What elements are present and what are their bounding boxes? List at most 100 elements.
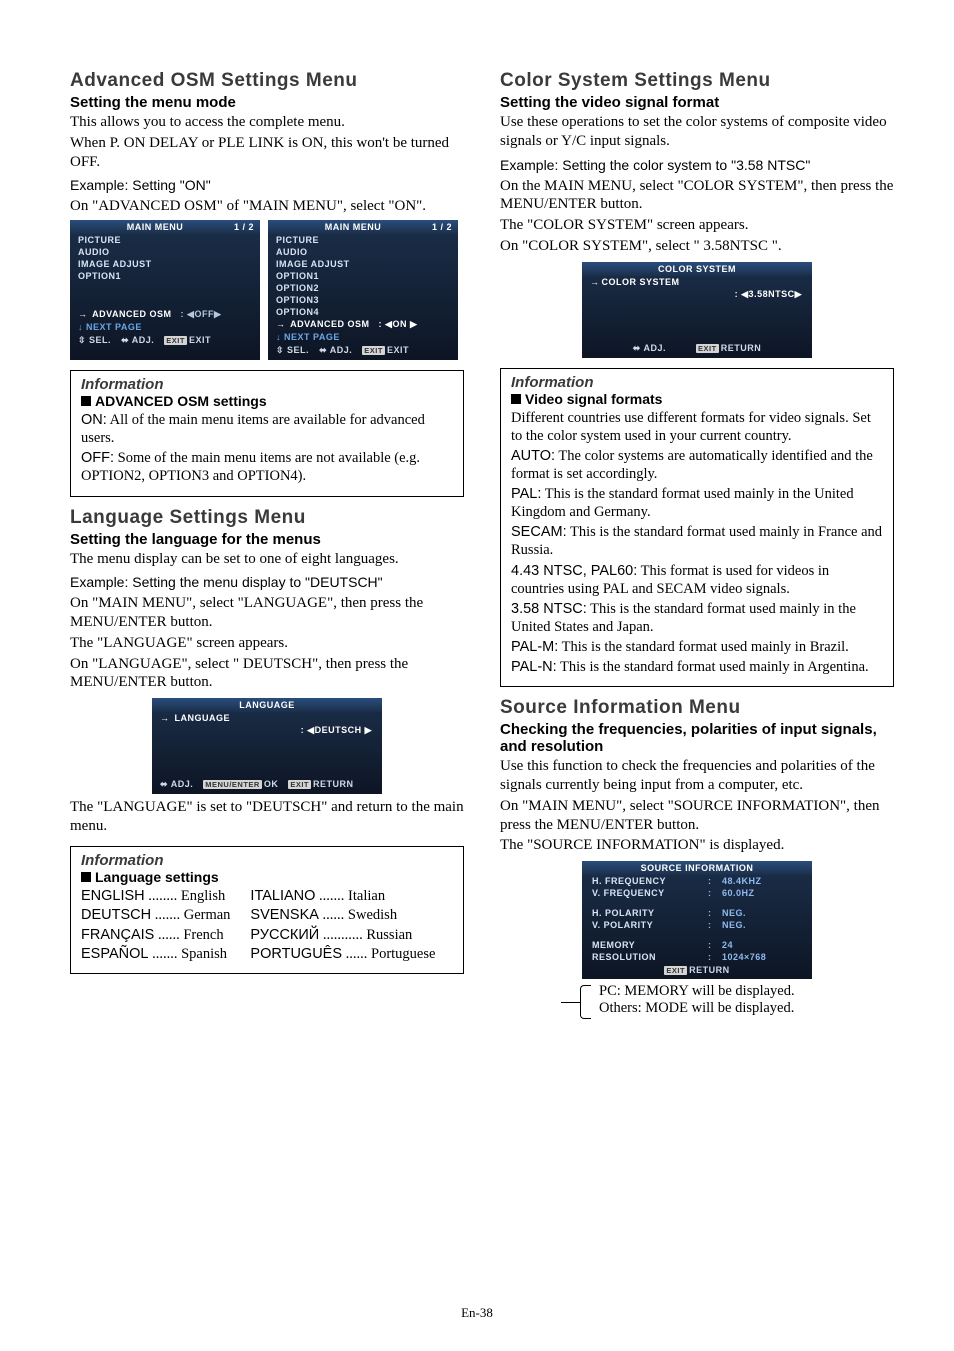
osd-item: OPTION4 <box>268 306 458 318</box>
lang-entry: PORTUGUÊS ...... Portuguese <box>250 945 435 965</box>
osd-advanced-row: ADVANCED OSM : ◀OFF▶ <box>70 308 260 321</box>
lang-p4: On "LANGUAGE", select " DEUTSCH", then p… <box>70 655 464 693</box>
lang-entry: FRANÇAIS ...... French <box>81 926 230 946</box>
source-p2: On "MAIN MENU", select "SOURCE INFORMATI… <box>500 797 894 835</box>
lang-example: Example: Setting the menu display to "DE… <box>70 574 464 590</box>
osd-source-row: RESOLUTION:1024×768 <box>582 951 812 963</box>
osd-hint-adj: ⬌ ADJ. <box>160 779 193 790</box>
lang-p3: The "LANGUAGE" screen appears. <box>70 634 464 653</box>
osd-hint-exit: EXITEXIT <box>362 345 409 356</box>
lang-entry: ESPAÑOL ....... Spanish <box>81 945 230 965</box>
adv-osm-p3: On "ADVANCED OSM" of "MAIN MENU", select… <box>70 197 464 216</box>
source-title: Source Information Menu <box>500 697 894 719</box>
lang-entry: DEUTSCH ....... German <box>81 906 230 926</box>
source-p1: Use this function to check the frequenci… <box>500 757 894 795</box>
lang-entry: ENGLISH ........ English <box>81 887 230 907</box>
color-subtitle: Setting the video signal format <box>500 94 894 111</box>
osd-hint-sel: ⇳ SEL. <box>276 345 309 356</box>
info-box-advanced-osm: Information ADVANCED OSM settings ON: Al… <box>70 370 464 497</box>
osd-title: LANGUAGE <box>158 700 376 710</box>
info-p0: Different countries use different format… <box>511 409 883 445</box>
osd-adv-label: ADVANCED OSM <box>290 319 369 329</box>
osd-adv-value: : ◀OFF▶ <box>181 309 222 319</box>
osd-source-row: V. POLARITY:NEG. <box>582 919 812 931</box>
osd-page: 1 / 2 <box>234 222 254 232</box>
osd-source-info: SOURCE INFORMATION H. FREQUENCY:48.4KHZ … <box>582 861 812 979</box>
lang-p2: On "MAIN MENU", select "LANGUAGE", then … <box>70 594 464 632</box>
osd-adv-value: : ◀ON ▶ <box>379 319 418 329</box>
osd-source-row: H. FREQUENCY:48.4KHZ <box>582 875 812 887</box>
info-item: SECAM: This is the standard format used … <box>511 523 883 559</box>
lang-entry: ITALIANO ....... Italian <box>250 887 435 907</box>
info-subtitle: ADVANCED OSM settings <box>81 393 453 409</box>
osd-title: SOURCE INFORMATION <box>588 863 806 873</box>
color-title: Color System Settings Menu <box>500 70 894 92</box>
osd-title: COLOR SYSTEM <box>588 264 806 274</box>
adv-osm-p1: This allows you to access the complete m… <box>70 113 464 132</box>
info-item: PAL-N: This is the standard format used … <box>511 658 883 676</box>
info-box-languages: Information Language settings ENGLISH ..… <box>70 846 464 974</box>
osd-mainmenu-on: MAIN MENU 1 / 2 PICTURE AUDIO IMAGE ADJU… <box>268 220 458 360</box>
osd-item: IMAGE ADJUST <box>70 258 260 270</box>
osd-hint-exit: EXITEXIT <box>164 335 211 346</box>
lang-title: Language Settings Menu <box>70 507 464 529</box>
osd-item: IMAGE ADJUST <box>268 258 458 270</box>
osd-item: AUDIO <box>268 246 458 258</box>
info-subtitle: Language settings <box>81 869 453 885</box>
adv-osm-title: Advanced OSM Settings Menu <box>70 70 464 92</box>
adv-osm-example: Example: Setting "ON" <box>70 177 464 193</box>
adv-osm-p2: When P. ON DELAY or PLE LINK is ON, this… <box>70 134 464 172</box>
color-example: Example: Setting the color system to "3.… <box>500 157 894 173</box>
osd-item: PICTURE <box>70 234 260 246</box>
osd-hint-return: EXITRETURN <box>696 343 761 354</box>
osd-item: OPTION1 <box>268 270 458 282</box>
osd-hint-adj: ⬌ ADJ. <box>319 345 352 356</box>
osd-source-row: MEMORY:24 <box>582 939 812 951</box>
osd-language: LANGUAGE LANGUAGE : ◀DEUTSCH ▶ ⬌ ADJ. ME… <box>152 698 382 794</box>
osd-nextpage: ↓ NEXT PAGE <box>70 321 260 333</box>
osd-item: AUDIO <box>70 246 260 258</box>
osd-hint-adj: ⬌ ADJ. <box>633 343 666 354</box>
lang-entry: SVENSKA ...... Swedish <box>250 906 435 926</box>
info-on: ON: All of the main menu items are avail… <box>81 411 453 447</box>
osd-hint-return: EXITRETURN <box>664 965 729 975</box>
info-item: PAL: This is the standard format used ma… <box>511 485 883 521</box>
osd-language-row: LANGUAGE <box>152 712 382 724</box>
info-box-video-formats: Information Video signal formats Differe… <box>500 368 894 688</box>
square-icon <box>81 396 91 406</box>
osd-color-row: COLOR SYSTEM <box>582 276 812 288</box>
osd-hint-ok: MENU/ENTEROK <box>203 779 278 790</box>
osd-hint-return: EXITRETURN <box>288 779 353 790</box>
square-icon <box>511 394 521 404</box>
osd-title: MAIN MENU <box>76 222 234 232</box>
osd-row: MAIN MENU 1 / 2 PICTURE AUDIO IMAGE ADJU… <box>70 220 464 360</box>
adv-osm-subtitle: Setting the menu mode <box>70 94 464 111</box>
osd-language-value: : ◀DEUTSCH ▶ <box>152 724 382 737</box>
source-subtitle: Checking the frequencies, polarities of … <box>500 721 894 755</box>
square-icon <box>81 872 91 882</box>
lang-p1: The menu display can be set to one of ei… <box>70 550 464 569</box>
osd-title: MAIN MENU <box>274 222 432 232</box>
info-title: Information <box>81 852 453 869</box>
osd-item: OPTION1 <box>70 270 260 282</box>
osd-item: PICTURE <box>268 234 458 246</box>
osd-hint-adj: ⬌ ADJ. <box>121 335 154 346</box>
left-column: Advanced OSM Settings Menu Setting the m… <box>70 70 464 1019</box>
info-off: OFF: Some of the main menu items are not… <box>81 449 453 485</box>
info-item: AUTO: The color systems are automaticall… <box>511 447 883 483</box>
osd-nextpage: ↓ NEXT PAGE <box>268 331 458 343</box>
info-item: 4.43 NTSC, PAL60: This format is used fo… <box>511 562 883 598</box>
info-title: Information <box>81 376 453 393</box>
osd-item: OPTION2 <box>268 282 458 294</box>
lang-after: The "LANGUAGE" is set to "DEUTSCH" and r… <box>70 798 464 836</box>
color-p1: Use these operations to set the color sy… <box>500 113 894 151</box>
osd-item: OPTION3 <box>268 294 458 306</box>
color-p3: The "COLOR SYSTEM" screen appears. <box>500 216 894 235</box>
osd-source-row: H. POLARITY:NEG. <box>582 907 812 919</box>
callout-line1: PC: MEMORY will be displayed. <box>599 983 795 1000</box>
lang-subtitle: Setting the language for the menus <box>70 531 464 548</box>
info-subtitle: Video signal formats <box>511 391 883 407</box>
callout-pc-others: PC: MEMORY will be displayed. Others: MO… <box>580 983 894 1019</box>
lang-entry: РУССКИЙ ........... Russian <box>250 926 435 946</box>
source-p3: The "SOURCE INFORMATION" is displayed. <box>500 836 894 855</box>
